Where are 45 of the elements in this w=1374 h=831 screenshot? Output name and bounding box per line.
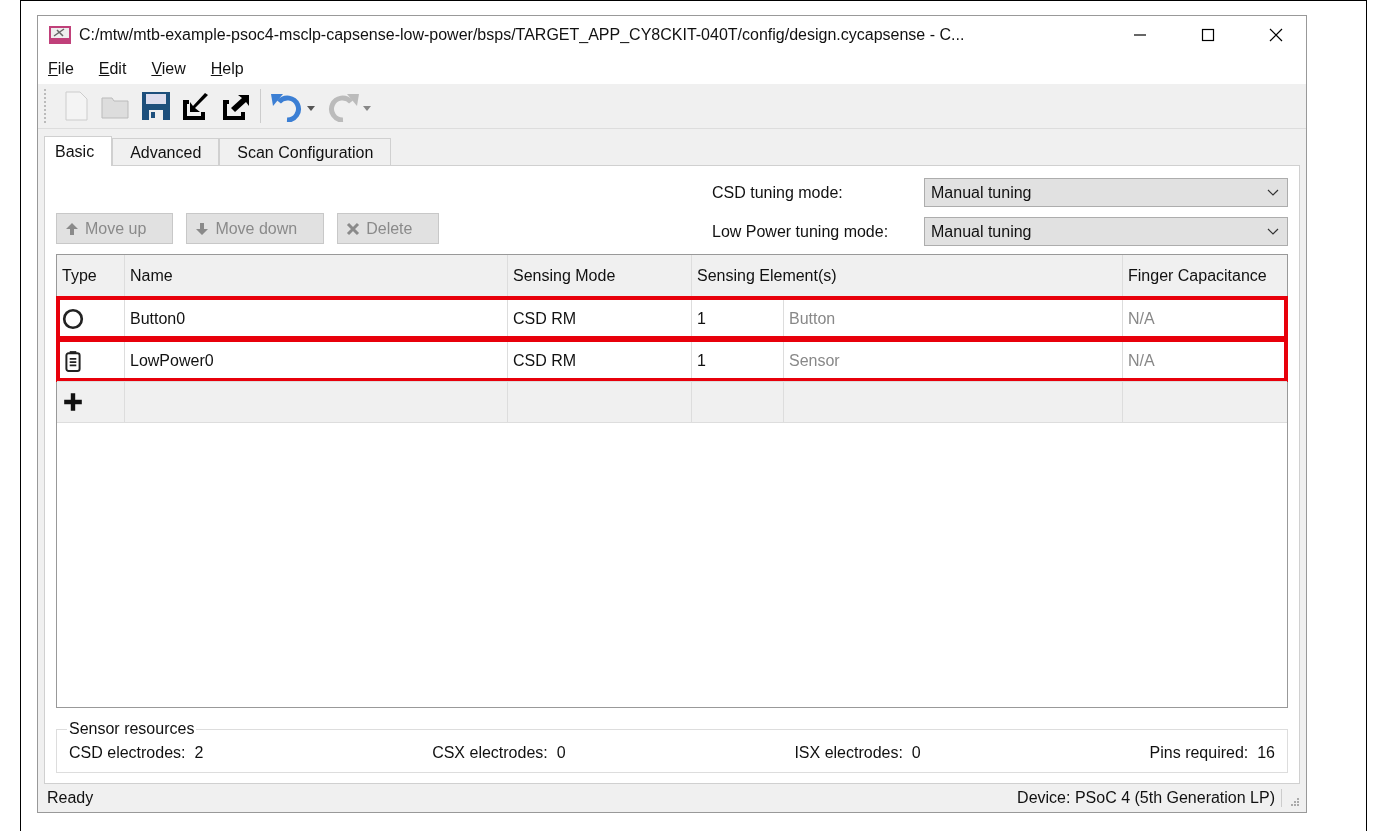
delete-icon: [346, 221, 361, 236]
table-cell: Button0: [125, 298, 508, 339]
battery-icon: [62, 349, 84, 372]
app-icon: [48, 25, 72, 45]
table-cell: Button: [784, 298, 1123, 339]
table-cell: 1: [692, 298, 784, 339]
resource-count: CSX electrodes: 0: [432, 744, 566, 762]
table-cell: CSD RM: [508, 298, 692, 339]
save-icon[interactable]: [140, 90, 172, 122]
maximize-icon[interactable]: [1200, 27, 1216, 43]
column-header: Sensing Element(s): [692, 255, 1123, 297]
tab[interactable]: Scan Configuration: [219, 138, 392, 165]
menu-item[interactable]: File: [48, 60, 74, 78]
resource-count: Pins required: 16: [1149, 744, 1275, 762]
circle-icon: [62, 307, 84, 330]
add-icon[interactable]: [62, 391, 84, 413]
close-icon[interactable]: [1268, 27, 1284, 43]
table-cell-text: N/A: [1127, 308, 1156, 329]
tuning-dropdown[interactable]: Manual tuning: [924, 217, 1288, 246]
column-header: Name: [125, 255, 508, 297]
arrow-down-icon: [195, 221, 210, 236]
arrow-up-icon: [65, 221, 79, 236]
table-row[interactable]: Button0 CSD RM 1 Button N/A: [57, 297, 1287, 339]
tuning-label: Low Power tuning mode:: [711, 222, 890, 241]
device-status: Device: PSoC 4 (5th Generation LP): [1017, 789, 1282, 807]
resource-count: ISX electrodes: 0: [794, 744, 921, 762]
resource-count: CSD electrodes: 2: [69, 744, 204, 762]
menu-item[interactable]: Help: [210, 60, 244, 78]
column-header: Sensing Mode: [508, 255, 692, 297]
table-cell-text: N/A: [1127, 350, 1156, 371]
tab[interactable]: Advanced: [112, 138, 220, 165]
chevron-down-icon: [1267, 188, 1279, 197]
group-title: Sensor resources: [68, 720, 196, 738]
status-text: Ready: [47, 789, 94, 807]
menu-item[interactable]: Edit: [98, 60, 127, 78]
menu-item[interactable]: View: [151, 60, 186, 78]
tab[interactable]: Basic: [44, 136, 113, 166]
chevron-down-icon: [1267, 227, 1279, 236]
resize-grip-icon[interactable]: [1290, 797, 1300, 807]
tuning-dropdown[interactable]: Manual tuning: [924, 178, 1288, 207]
column-header: Type: [57, 255, 125, 297]
window-title: C:/mtw/mtb-example-psoc4-msclp-capsense-low-power/bsps/TARGET_APP_CY8CKIT-040T/config/design.cycapsense - C...: [79, 26, 965, 44]
tuning-label: CSD tuning mode:: [711, 183, 844, 202]
table-row[interactable]: LowPower0 CSD RM 1 Sensor N/A: [57, 339, 1287, 381]
column-header: Finger Capacitance: [1127, 266, 1268, 286]
